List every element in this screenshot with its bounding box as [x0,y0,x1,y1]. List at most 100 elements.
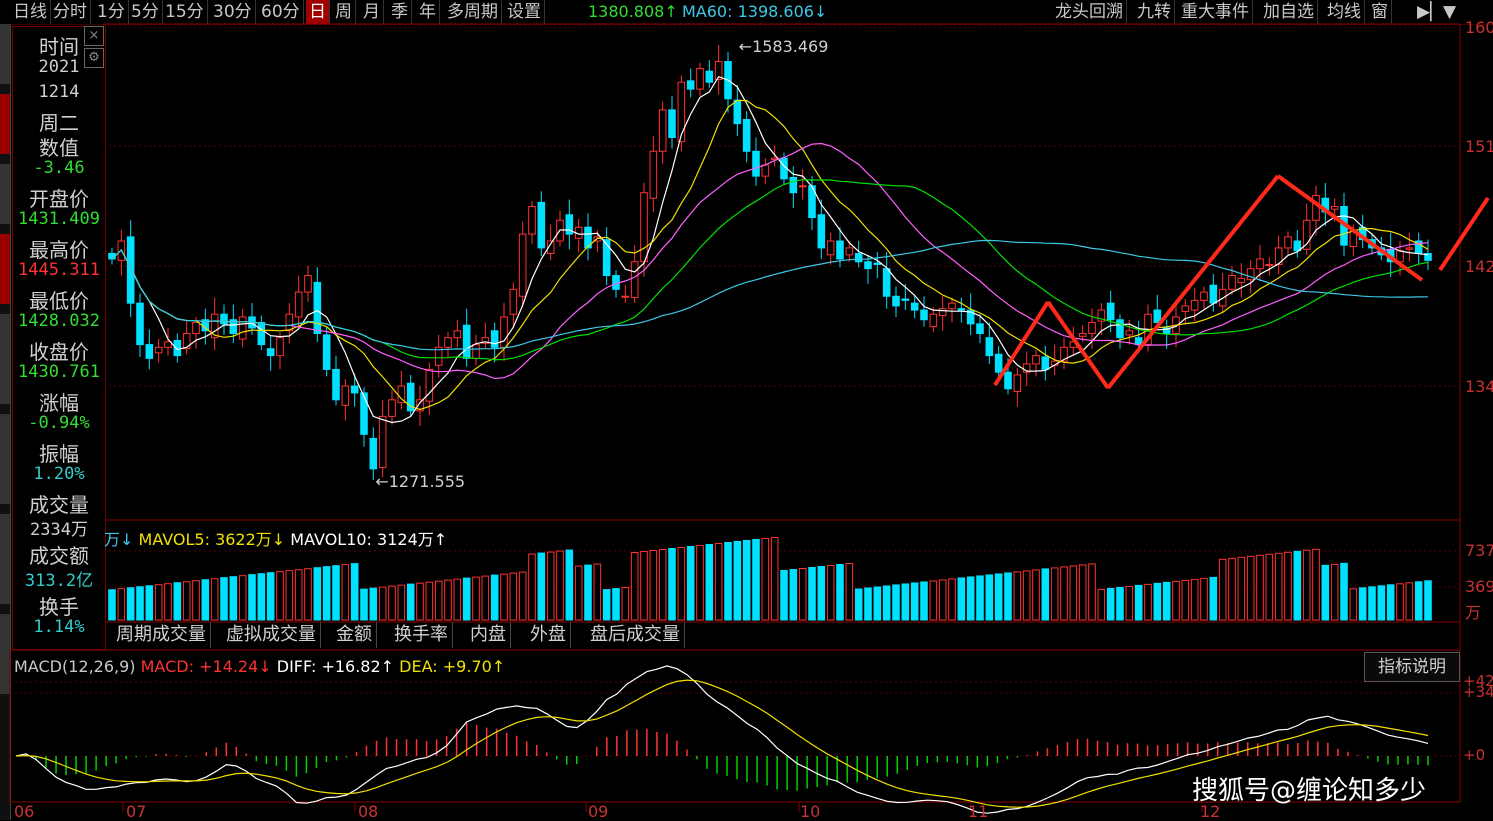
month-label: 06 [14,802,35,821]
volume-axis-tick: 369 [1465,577,1493,596]
info-value: -3.46 [33,158,85,178]
volume-bar [696,544,704,621]
volume-bar [994,573,1003,621]
volume-bar [1218,558,1227,621]
candle-body [210,313,219,339]
candle-body [1405,247,1414,250]
volume-bar [481,575,490,621]
candle-body [1125,330,1134,336]
ma20-line [111,142,1429,380]
volume-tab[interactable]: 金额 [332,622,377,648]
volume-bar [201,579,210,621]
candle-body [537,201,546,249]
candle-body [462,324,471,359]
info-label: 换手 [39,595,79,619]
volume-bar [854,588,863,621]
volume-bar [1209,576,1218,621]
info-value: 1445.311 [18,260,100,280]
candle-body [294,291,303,318]
indicator-help-button[interactable]: 指标说明 [1364,652,1460,682]
volume-bar [668,547,676,621]
info-label: 数值 [39,136,79,160]
volume-bar [117,588,126,621]
candle-body [1330,206,1339,210]
candle-body [658,109,667,152]
volume-bar [1302,549,1311,621]
candle-body [976,323,984,335]
candle-body [257,321,266,346]
candle-body [1312,194,1320,221]
volume-legend-prefix: 万↓ [104,530,134,549]
volume-bar [770,536,779,621]
volume-bar [752,538,760,621]
info-label: 最低价 [29,289,89,313]
close-icon[interactable]: × [84,26,104,46]
volume-bar [453,578,462,621]
candle-body [686,80,695,90]
volume-tab[interactable]: 换手率 [390,622,453,648]
volume-bar [1032,569,1040,621]
candle-body [845,247,854,256]
volume-bar [108,589,116,621]
volume-bar [1200,577,1208,621]
candle-body [864,261,872,270]
volume-bar [1172,580,1180,621]
info-label: 开盘价 [29,187,89,211]
volume-tab[interactable]: 周期成交量 [112,622,211,648]
price-axis-tick: 134 [1465,377,1493,396]
volume-bar [920,581,928,621]
volume-axis-tick: 万 [1465,603,1482,622]
volume-bar [948,578,956,621]
candle-body [630,261,639,299]
gear-icon[interactable]: ⚙ [84,48,104,68]
volume-bar [584,564,592,621]
volume-tab[interactable]: 虚拟成交量 [222,622,321,648]
candle-body [444,337,452,348]
candle-body [350,385,359,394]
candle-body [668,109,676,138]
macd-name: MACD(12,26,9) [14,657,136,676]
volume-tab[interactable]: 外盘 [526,622,571,648]
volume-bar [798,568,807,621]
info-value: 1428.032 [18,311,100,331]
watermark: 搜狐号@缠论知多少 [1192,776,1427,806]
volume-bar [229,576,238,621]
candle-body [826,240,835,256]
candle-body [836,240,844,260]
candle-body [378,415,387,468]
volume-bar [845,562,854,621]
volume-bar [472,576,480,621]
candle-body [873,262,882,265]
candle-body [369,437,378,470]
volume-bar [658,548,667,621]
candle-body [173,339,182,357]
chart-canvas[interactable]: ←1583.469 ←1271.555 [0,0,1493,820]
volume-bar [1358,587,1367,621]
volume-bar [1106,587,1115,621]
info-label: 振幅 [39,442,79,466]
volume-bar [192,580,200,621]
candle-body [1078,333,1087,337]
candle-body [938,308,947,317]
candle-body [817,214,826,249]
candle-body [696,67,704,90]
volume-bar [1349,588,1358,621]
volume-bar [1340,562,1348,621]
volume-bar [1041,568,1050,621]
macd-legend: MACD(12,26,9) MACD: +14.24↓ DIFF: +16.82… [14,657,505,676]
volume-bar [1144,583,1152,621]
info-value: 1431.409 [18,209,100,229]
info-label: 收盘价 [29,340,89,364]
volume-bar [873,586,882,621]
volume-bar [1050,567,1059,621]
volume-bar [910,582,919,621]
candle-body [1237,277,1246,283]
volume-tab[interactable]: 内盘 [466,622,511,648]
volume-bar [1265,553,1274,621]
volume-bar [1274,552,1283,621]
volume-tab[interactable]: 盘后成交量 [586,622,685,648]
candle-body [761,164,770,177]
candle-body [733,99,742,125]
volume-bar [864,587,872,621]
volume-bar [1116,586,1124,621]
